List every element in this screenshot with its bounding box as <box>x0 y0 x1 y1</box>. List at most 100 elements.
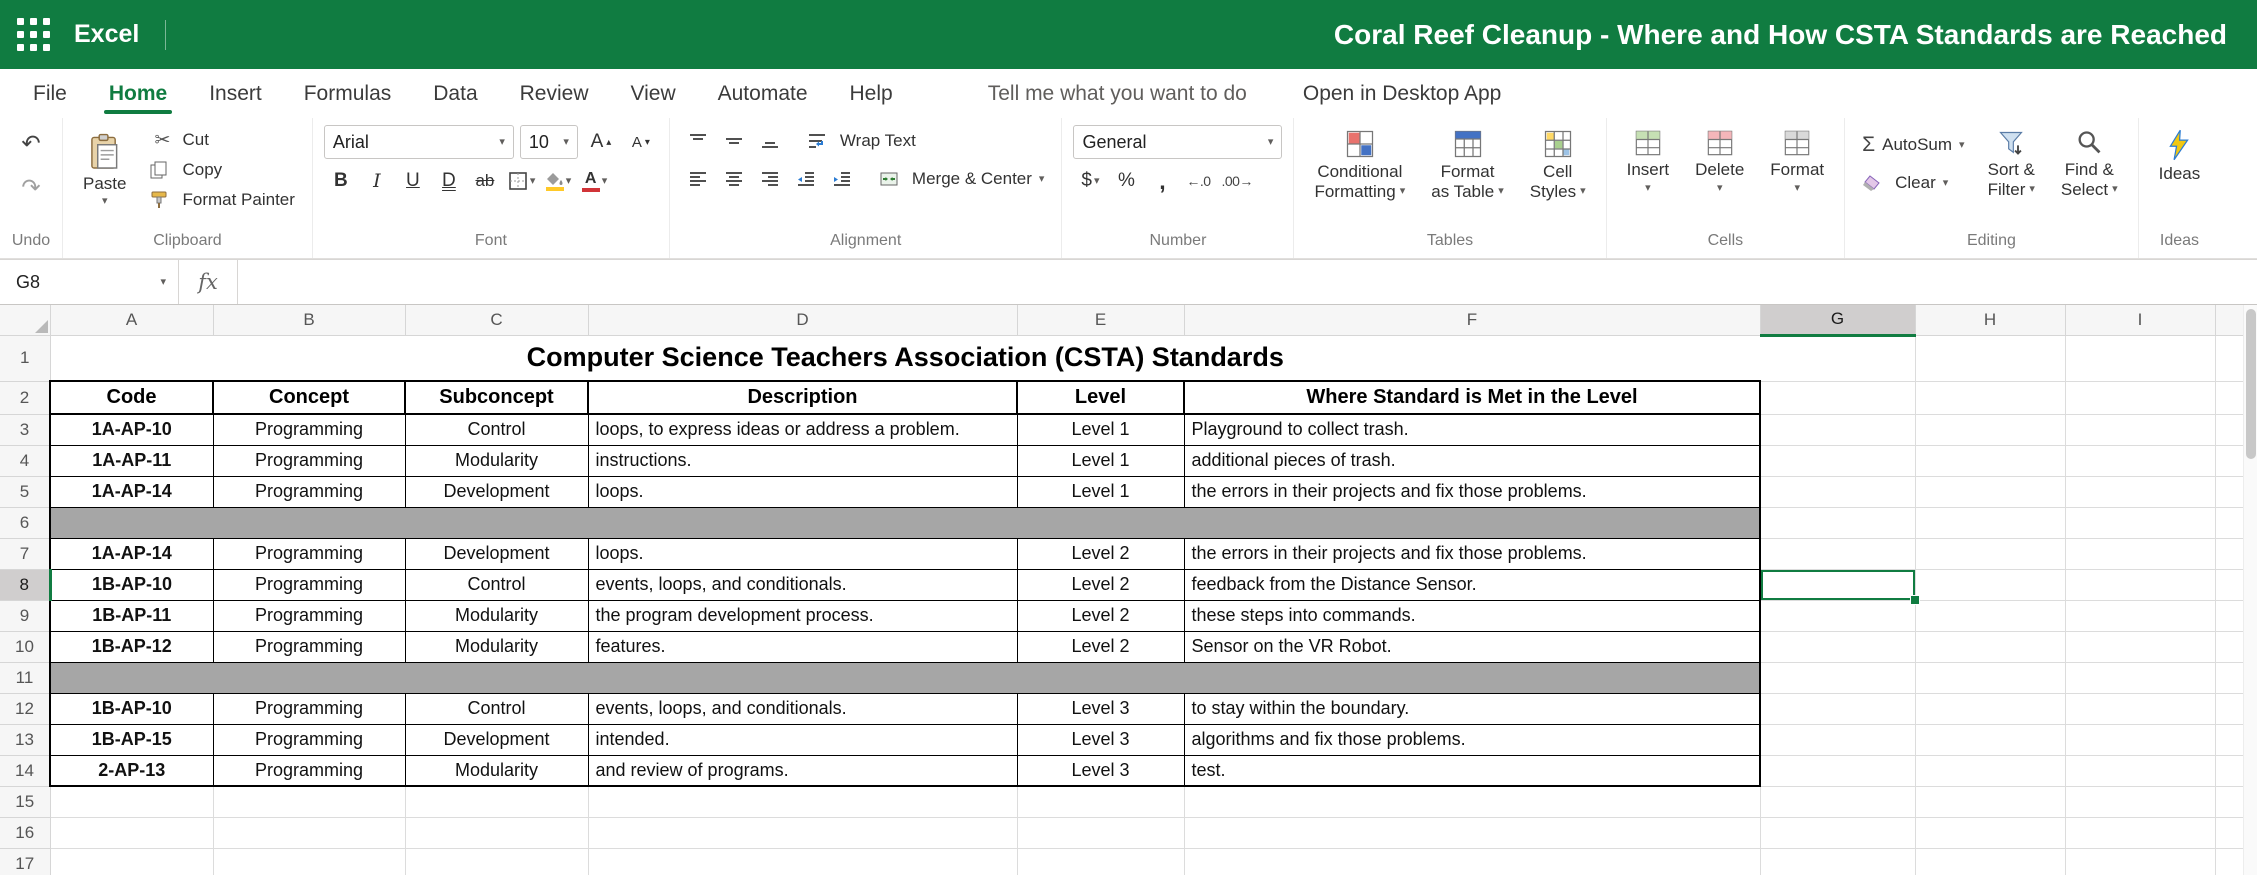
cell-H17[interactable] <box>1915 848 2065 875</box>
cell-C14[interactable]: Modularity <box>405 755 588 786</box>
cell-I12[interactable] <box>2065 693 2215 724</box>
cell-I14[interactable] <box>2065 755 2215 786</box>
cell-A12[interactable]: 1B-AP-10 <box>50 693 213 724</box>
row-header-8[interactable]: 8 <box>0 569 50 600</box>
align-right-button[interactable] <box>753 163 787 195</box>
cell-D5[interactable]: loops. <box>588 476 1017 507</box>
cell-I3[interactable] <box>2065 414 2215 445</box>
cell-A13[interactable]: 1B-AP-15 <box>50 724 213 755</box>
cell-D3[interactable]: loops, to express ideas or address a pro… <box>588 414 1017 445</box>
cell-F12[interactable]: to stay within the boundary. <box>1184 693 1760 724</box>
cell-I15[interactable] <box>2065 786 2215 817</box>
table-header-code[interactable]: Code <box>50 381 213 414</box>
column-header-A[interactable]: A <box>50 305 213 335</box>
cell-H8[interactable] <box>1915 569 2065 600</box>
row-header-2[interactable]: 2 <box>0 381 50 414</box>
select-all-corner[interactable] <box>0 305 50 335</box>
table-header-level[interactable]: Level <box>1017 381 1184 414</box>
cell-G16[interactable] <box>1760 817 1915 848</box>
cell-D17[interactable] <box>588 848 1017 875</box>
percent-format-button[interactable]: % <box>1109 165 1143 197</box>
cell-E3[interactable]: Level 1 <box>1017 414 1184 445</box>
align-bottom-button[interactable] <box>753 125 787 157</box>
cell-G17[interactable] <box>1760 848 1915 875</box>
insert-cells-button[interactable]: Insert ▾ <box>1618 125 1679 198</box>
sort-filter-button[interactable]: Sort & Filter▾ <box>1979 125 2044 203</box>
cell-B8[interactable]: Programming <box>213 569 405 600</box>
cell-B9[interactable]: Programming <box>213 600 405 631</box>
cell-E14[interactable]: Level 3 <box>1017 755 1184 786</box>
align-middle-button[interactable] <box>717 125 751 157</box>
increase-indent-button[interactable] <box>825 163 859 195</box>
cell-G4[interactable] <box>1760 445 1915 476</box>
column-header-D[interactable]: D <box>588 305 1017 335</box>
fill-color-button[interactable]: ▾ <box>541 165 575 197</box>
cell-A9[interactable]: 1B-AP-11 <box>50 600 213 631</box>
autosum-button[interactable]: Σ AutoSum ▾ <box>1856 130 1970 160</box>
align-left-button[interactable] <box>681 163 715 195</box>
align-center-button[interactable] <box>717 163 751 195</box>
menu-tab-data[interactable]: Data <box>412 69 498 118</box>
cell-C12[interactable]: Control <box>405 693 588 724</box>
format-painter-button[interactable]: Format Painter <box>143 185 300 215</box>
column-header-B[interactable]: B <box>213 305 405 335</box>
formula-input[interactable] <box>238 260 2257 304</box>
cell-G15[interactable] <box>1760 786 1915 817</box>
column-header-E[interactable]: E <box>1017 305 1184 335</box>
menu-tab-view[interactable]: View <box>609 69 696 118</box>
cell-H13[interactable] <box>1915 724 2065 755</box>
cell-E7[interactable]: Level 2 <box>1017 538 1184 569</box>
cell-I5[interactable] <box>2065 476 2215 507</box>
cell-H15[interactable] <box>1915 786 2065 817</box>
cell-I8[interactable] <box>2065 569 2215 600</box>
wrap-text-button[interactable]: Wrap Text <box>801 126 922 156</box>
name-box[interactable]: G8 ▾ <box>0 260 178 304</box>
font-size-select[interactable]: 10 ▾ <box>520 125 578 159</box>
column-header-I[interactable]: I <box>2065 305 2215 335</box>
cell-B14[interactable]: Programming <box>213 755 405 786</box>
redo-button[interactable]: ↷ <box>11 169 51 205</box>
cell-B13[interactable]: Programming <box>213 724 405 755</box>
cut-button[interactable]: ✂ Cut <box>143 125 300 155</box>
increase-decimal-button[interactable]: ←.0 <box>1181 165 1215 197</box>
row-header-12[interactable]: 12 <box>0 693 50 724</box>
row-header-17[interactable]: 17 <box>0 848 50 875</box>
cell-G8[interactable] <box>1760 569 1915 600</box>
row-header-1[interactable]: 1 <box>0 335 50 381</box>
number-format-select[interactable]: General ▾ <box>1073 125 1282 159</box>
scrollbar-thumb[interactable] <box>2246 309 2256 459</box>
cell-A5[interactable]: 1A-AP-14 <box>50 476 213 507</box>
cell-C7[interactable]: Development <box>405 538 588 569</box>
app-launcher-button[interactable] <box>0 0 66 69</box>
column-header-H[interactable]: H <box>1915 305 2065 335</box>
cell-B17[interactable] <box>213 848 405 875</box>
cell-H16[interactable] <box>1915 817 2065 848</box>
table-header-subconcept[interactable]: Subconcept <box>405 381 588 414</box>
cell-H6[interactable] <box>1915 507 2065 538</box>
menu-tab-home[interactable]: Home <box>88 69 188 118</box>
cell-C15[interactable] <box>405 786 588 817</box>
cell-B16[interactable] <box>213 817 405 848</box>
menu-tab-file[interactable]: File <box>12 69 88 118</box>
cell-A4[interactable]: 1A-AP-11 <box>50 445 213 476</box>
cell-E4[interactable]: Level 1 <box>1017 445 1184 476</box>
table-header-where-standard-is-met-in-the-level[interactable]: Where Standard is Met in the Level <box>1184 381 1760 414</box>
cell-B7[interactable]: Programming <box>213 538 405 569</box>
cell-H2[interactable] <box>1915 381 2065 414</box>
cell-E10[interactable]: Level 2 <box>1017 631 1184 662</box>
table-header-description[interactable]: Description <box>588 381 1017 414</box>
row-header-9[interactable]: 9 <box>0 600 50 631</box>
currency-format-button[interactable]: $▾ <box>1073 165 1107 197</box>
cell-D12[interactable]: events, loops, and conditionals. <box>588 693 1017 724</box>
menu-tab-insert[interactable]: Insert <box>188 69 283 118</box>
cell-I2[interactable] <box>2065 381 2215 414</box>
cell-A3[interactable]: 1A-AP-10 <box>50 414 213 445</box>
cell-C9[interactable]: Modularity <box>405 600 588 631</box>
cell-C16[interactable] <box>405 817 588 848</box>
row-header-4[interactable]: 4 <box>0 445 50 476</box>
conditional-formatting-button[interactable]: Conditional Formatting▾ <box>1305 125 1414 205</box>
cell-A8[interactable]: 1B-AP-10 <box>50 569 213 600</box>
cell-I13[interactable] <box>2065 724 2215 755</box>
cell-B4[interactable]: Programming <box>213 445 405 476</box>
cell-G1[interactable] <box>1760 335 1915 381</box>
